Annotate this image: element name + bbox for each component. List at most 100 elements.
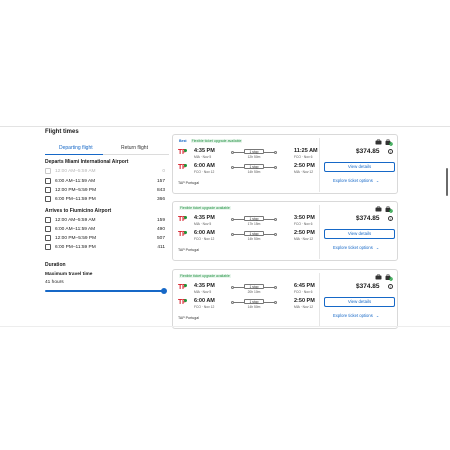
filter-count: 507 [156,236,165,241]
view-details-button[interactable]: View details [324,162,395,172]
return-leg: TP 6:00 AM FCO · Nov 12 1 stop 14h 50m 2… [178,298,318,310]
arrival-airport-date: MIA · Nov 12 [294,237,314,241]
header-divider [0,126,450,127]
view-details-button[interactable]: View details [324,229,395,239]
filter-depart-3[interactable]: 6:00 PM–11:59 PM 366 [45,196,165,204]
checked-bag-icon [385,274,393,281]
tap-airline-logo: TP [178,164,187,171]
departure-time: 6:00 AM [194,298,215,304]
filter-label: 12:00 AM–5:59 AM [55,169,96,174]
checkbox[interactable] [45,217,51,223]
flight-card-1[interactable]: Best Flexible ticket upgrade available T… [172,134,398,194]
duration-title: Duration [45,262,66,268]
filter-count: 159 [156,218,165,223]
explore-label: Explore ticket options [333,245,373,250]
flight-summary: Best Flexible ticket upgrade available T… [173,135,319,193]
chevron-down-icon: ⌄ [375,178,380,183]
flexible-ticket-badge: Flexible ticket upgrade available [179,206,231,210]
tap-airline-logo: TP [178,149,187,156]
filter-label: 12:00 PM–5:59 PM [55,188,97,193]
departure-time: 6:00 AM [194,230,215,236]
checkbox[interactable] [45,244,51,250]
tab-departing-flight[interactable]: Departing flight [59,145,93,151]
tap-airline-logo: TP [178,231,187,238]
tab-return-flight[interactable]: Return flight [121,145,148,151]
amenities [375,206,395,213]
arrival-airport-date: MIA · Nov 12 [294,170,314,174]
tap-airline-logo: TP [178,216,187,223]
departs-section-title: Departs Miami International Airport [45,159,129,165]
checkbox[interactable] [45,178,51,184]
route-line: 1 stop 14h 50m [231,231,277,241]
arrival-time: 6:45 PM [294,283,315,289]
filter-arrive-0[interactable]: 12:00 AM–5:59 AM 159 [45,217,165,225]
flight-summary: Flexible ticket upgrade available TP 4:3… [173,202,319,260]
stops-count: 1 stop [244,149,264,154]
stops-count: 1 stop [244,231,264,236]
flight-times-title: Flight times [45,129,79,135]
info-icon[interactable]: i [388,149,393,154]
departure-time: 4:35 PM [194,148,215,154]
departure-time: 6:00 AM [194,163,215,169]
return-leg: TP 6:00 AM FCO · Nov 12 1 stop 14h 50m 2… [178,230,318,242]
checkbox[interactable] [45,168,51,174]
route-line: 1 stop 12h 50m [231,149,277,159]
carry-on-bag-icon [375,274,382,280]
route-line: 1 stop 14h 50m [231,299,277,309]
filter-depart-2[interactable]: 12:00 PM–5:59 PM 843 [45,187,165,195]
checkbox[interactable] [45,196,51,202]
arrival-airport-date: FCO · Nov 6 [294,155,313,159]
outbound-leg: TP 4:35 PM MIA · Nov 5 1 stop 20h 10m 6:… [178,283,318,295]
explore-ticket-options-link[interactable]: Explore ticket options ⌄ [333,313,379,318]
price: $374.85 [356,148,380,155]
return-leg: TP 6:00 AM FCO · Nov 12 1 stop 14h 50m 2… [178,163,318,175]
view-details-button[interactable]: View details [324,297,395,307]
best-badge: Best [179,139,187,143]
filter-label: 12:00 PM–5:59 PM [55,236,97,241]
explore-ticket-options-link[interactable]: Explore ticket options ⌄ [333,178,379,183]
carry-on-bag-icon [375,206,382,212]
price: $374.85 [356,215,380,222]
filter-arrive-2[interactable]: 12:00 PM–5:59 PM 507 [45,235,165,243]
filter-label: 6:00 AM–11:59 AM [55,179,96,184]
amenities [375,274,395,281]
leg-duration: 12h 50m [247,155,261,159]
filter-count: 366 [156,197,165,202]
filter-count: 490 [156,227,165,232]
filter-arrive-1[interactable]: 6:00 AM–11:59 AM 490 [45,226,165,234]
carrier-name: TAP Portugal [178,248,200,252]
flexible-ticket-badge: Flexible ticket upgrade available [179,274,231,278]
arrival-time: 3:50 PM [294,215,315,221]
page-scrollbar[interactable] [446,168,448,196]
checkbox[interactable] [45,226,51,232]
filter-label: 6:00 PM–11:59 PM [55,245,96,250]
arrives-section-title: Arrives to Fiumicino Airport [45,208,112,214]
checkbox[interactable] [45,187,51,193]
duration-slider-thumb[interactable] [161,288,167,294]
leg-duration: 20h 10m [247,290,261,294]
checked-bag-icon [385,206,393,213]
tap-airline-logo: TP [178,299,187,306]
checked-bag-icon [385,139,393,146]
arrival-time: 2:50 PM [294,230,315,236]
footer-divider [0,326,450,327]
outbound-leg: TP 4:35 PM MIA · Nov 5 1 stop 17h 15m 3:… [178,215,318,227]
checkbox[interactable] [45,235,51,241]
filter-count: 843 [156,188,165,193]
filter-label: 6:00 PM–11:59 PM [55,197,96,202]
arrival-airport-date: MIA · Nov 12 [294,305,314,309]
filter-depart-1[interactable]: 6:00 AM–11:59 AM 157 [45,178,165,186]
arrival-time: 11:25 AM [294,148,318,154]
info-icon[interactable]: i [388,284,393,289]
flight-card-2[interactable]: Flexible ticket upgrade available TP 4:3… [172,201,398,261]
filter-depart-0[interactable]: 12:00 AM–5:59 AM 0 [45,168,165,176]
explore-ticket-options-link[interactable]: Explore ticket options ⌄ [333,245,379,250]
arrival-time: 2:50 PM [294,298,315,304]
flight-card-3[interactable]: Flexible ticket upgrade available TP 4:3… [172,269,398,329]
departure-airport-date: MIA · Nov 5 [194,290,212,294]
filter-arrive-3[interactable]: 6:00 PM–11:59 PM 411 [45,244,165,252]
info-icon[interactable]: i [388,216,393,221]
price-panel: $374.85 i View details Explore ticket op… [320,202,399,260]
stops-count: 1 stop [244,284,264,289]
duration-slider-track[interactable] [45,290,165,292]
